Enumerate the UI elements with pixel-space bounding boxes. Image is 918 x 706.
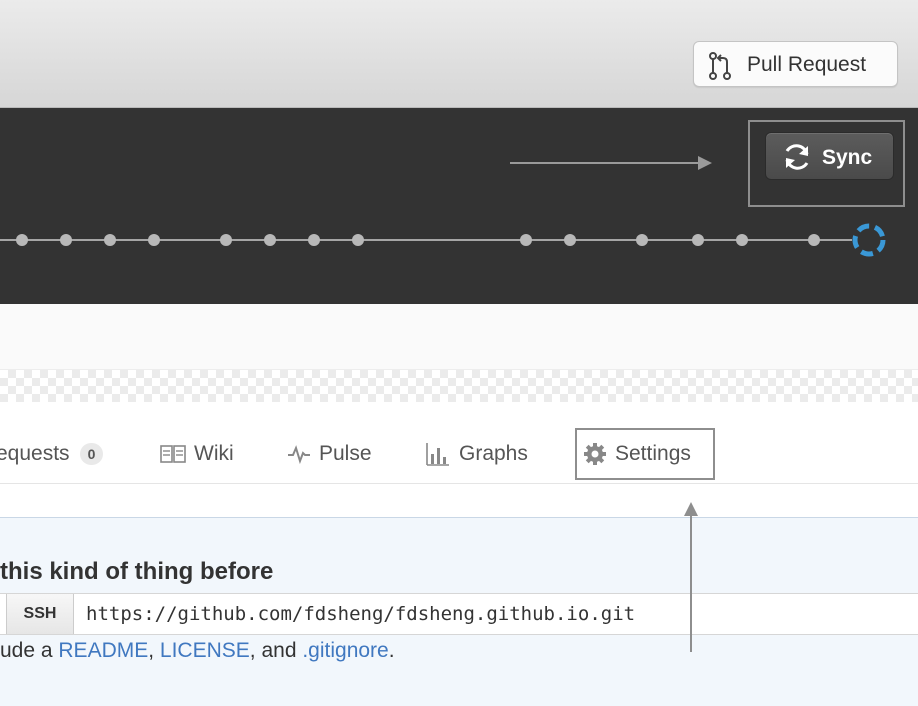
- hint-suffix: .: [388, 639, 395, 662]
- tab-wiki[interactable]: Wiki: [160, 440, 234, 468]
- repo-nav-tabs: equests 0 Wiki Pulse Graphs Settings: [0, 402, 918, 484]
- tab-graphs-label: Graphs: [459, 442, 528, 465]
- tab-wiki-label: Wiki: [194, 442, 234, 465]
- tab-graphs[interactable]: Graphs: [425, 440, 528, 468]
- sync-icon: [785, 144, 809, 170]
- license-link[interactable]: LICENSE: [160, 639, 250, 662]
- tab-pull-requests[interactable]: equests 0: [0, 440, 104, 468]
- repo-header-strip: [0, 304, 918, 370]
- clone-url-input[interactable]: https://github.com/fdsheng/fdsheng.githu…: [86, 603, 635, 625]
- tab-pulse-label: Pulse: [319, 442, 372, 465]
- sync-timeline-band: Sync: [0, 108, 918, 304]
- tab-pull-requests-label: equests: [0, 442, 70, 465]
- ssh-button[interactable]: SSH: [6, 594, 74, 634]
- content-gap: [0, 484, 918, 518]
- gitignore-link[interactable]: .gitignore: [302, 639, 388, 662]
- book-icon: [160, 445, 186, 463]
- pull-requests-counter: 0: [79, 443, 104, 465]
- quick-setup-panel: this kind of thing before SSH https://gi…: [0, 518, 918, 706]
- graph-icon: [426, 443, 449, 466]
- hint-prefix: ude a: [0, 639, 59, 662]
- pull-request-button[interactable]: Pull Request: [693, 41, 898, 87]
- spinner-icon: [852, 223, 886, 257]
- annotation-arrow-up: [684, 502, 698, 652]
- hint-sep-2: , and: [249, 639, 303, 662]
- setup-hint: ude a README, LICENSE, and .gitignore.: [0, 639, 395, 663]
- clone-url-row: SSH https://github.com/fdsheng/fdsheng.g…: [0, 593, 918, 635]
- sync-label: Sync: [822, 146, 873, 169]
- transparency-pattern: [0, 370, 918, 402]
- pull-request-icon: [709, 52, 731, 80]
- pull-request-label: Pull Request: [747, 53, 867, 76]
- sync-button[interactable]: Sync: [765, 132, 894, 180]
- hint-sep-1: ,: [148, 639, 160, 662]
- readme-link[interactable]: README: [58, 639, 148, 662]
- tab-pulse[interactable]: Pulse: [287, 440, 372, 468]
- app-toolbar: Pull Request: [0, 0, 918, 108]
- settings-highlight-frame: [575, 428, 715, 480]
- pulse-icon: [288, 445, 310, 464]
- quick-setup-heading: this kind of thing before: [0, 558, 274, 585]
